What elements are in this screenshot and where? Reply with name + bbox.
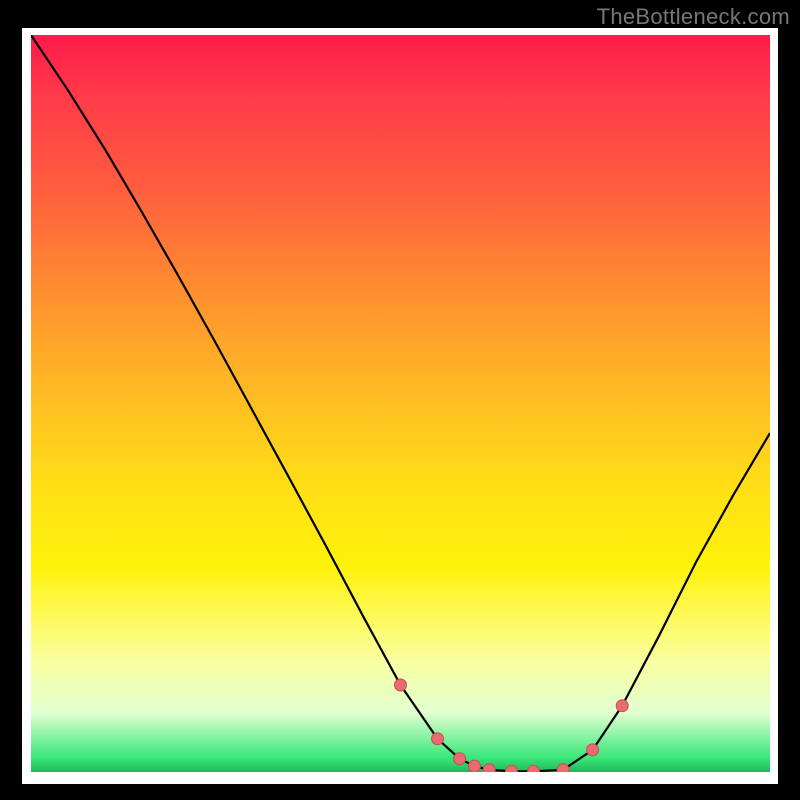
curve-marker (483, 764, 495, 772)
curve-marker (616, 700, 628, 712)
curve-marker (505, 765, 517, 772)
chart-curve-layer (31, 35, 770, 772)
curve-marker (587, 744, 599, 756)
curve-path (31, 35, 770, 771)
curve-marker (557, 764, 569, 772)
plot-frame (22, 28, 778, 784)
curve-marker (528, 765, 540, 772)
curve-marker (468, 760, 480, 772)
curve-marker (454, 753, 466, 765)
chart-container: TheBottleneck.com (0, 0, 800, 800)
bottleneck-curve (31, 35, 770, 771)
curve-marker (395, 679, 407, 691)
curve-marker (432, 733, 444, 745)
attribution-text: TheBottleneck.com (597, 4, 790, 30)
plot-area (31, 35, 770, 772)
